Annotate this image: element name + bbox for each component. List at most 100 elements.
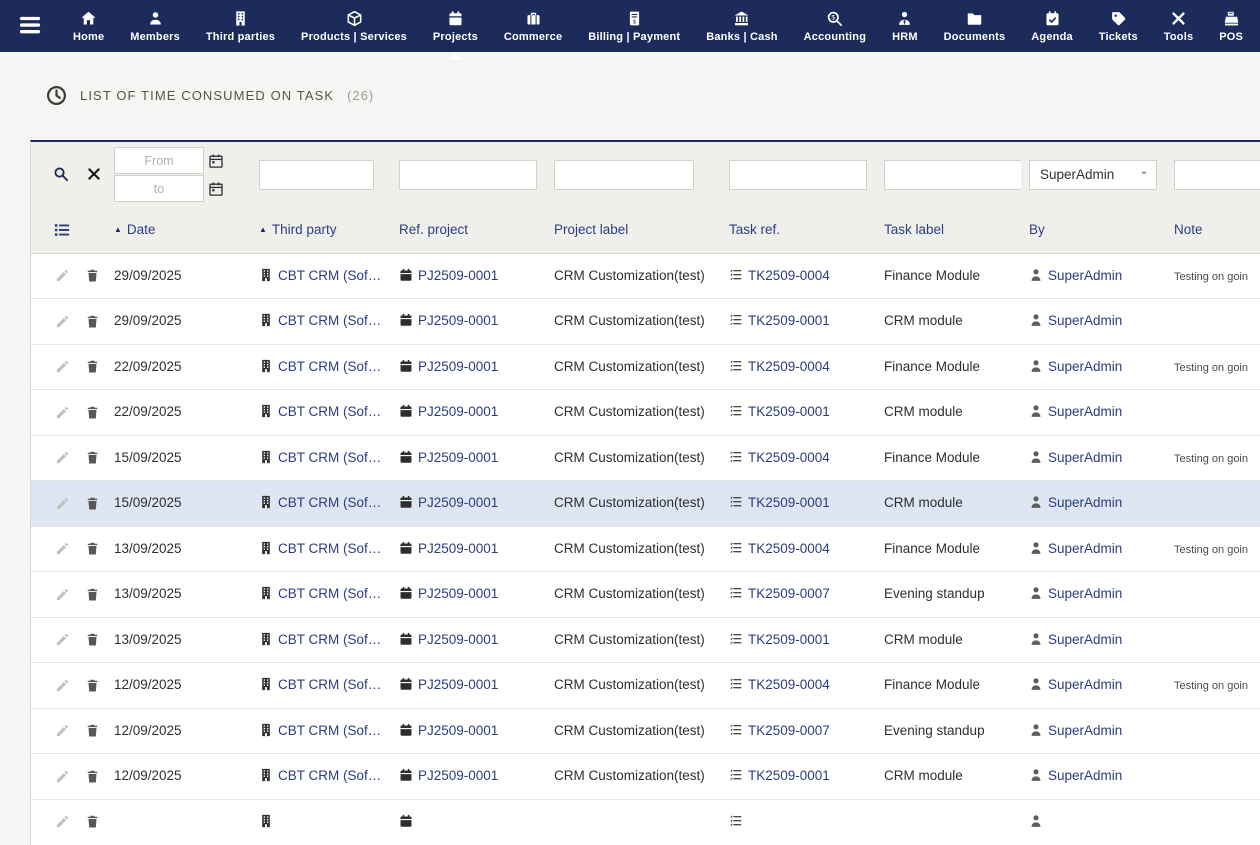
task-ref-cell: TK2509-0004: [721, 526, 876, 572]
delete-icon[interactable]: [85, 267, 100, 285]
nav-item-third-parties[interactable]: Third parties: [193, 0, 288, 52]
delete-icon[interactable]: [85, 312, 100, 330]
tools-icon: [1170, 10, 1187, 27]
third-party-icon: [259, 813, 273, 831]
delete-icon[interactable]: [85, 585, 100, 603]
ref-project-cell: PJ2509-0001: [391, 299, 546, 345]
edit-icon[interactable]: [55, 631, 70, 649]
nav-item-hrm[interactable]: HRM: [879, 0, 931, 52]
task-ref-cell: [721, 799, 876, 845]
edit-icon[interactable]: [55, 813, 70, 831]
delete-icon[interactable]: [85, 676, 100, 694]
date-cell: 29/09/2025: [106, 299, 251, 345]
user-icon: [1029, 767, 1043, 785]
delete-icon[interactable]: [85, 813, 100, 831]
nav-item-products-services[interactable]: Products | Services: [288, 0, 420, 52]
delete-icon[interactable]: [85, 449, 100, 467]
task-label-filter-input[interactable]: [884, 160, 1021, 190]
header-project-label[interactable]: Project label: [546, 207, 721, 253]
date-cell: 29/09/2025: [106, 253, 251, 299]
header-note[interactable]: Note: [1166, 207, 1260, 253]
table-row: 12/09/2025CBT CRM (Sof…PJ2509-0001CRM Cu…: [31, 663, 1260, 709]
project-label-cell: CRM Customization(test): [546, 481, 721, 527]
header-ref-project[interactable]: Ref. project: [391, 207, 546, 253]
task-label-cell: CRM module: [876, 754, 1021, 800]
nav-item-pos[interactable]: POS: [1206, 0, 1256, 52]
table-row: 29/09/2025CBT CRM (Sof…PJ2509-0001CRM Cu…: [31, 253, 1260, 299]
project-icon: [399, 767, 413, 785]
nav-item-members[interactable]: Members: [117, 0, 193, 52]
nav-item-billing-payment[interactable]: $Billing | Payment: [575, 0, 693, 52]
project-label-filter-input[interactable]: [554, 160, 694, 190]
table-row: 22/09/2025CBT CRM (Sof…PJ2509-0001CRM Cu…: [31, 344, 1260, 390]
delete-icon[interactable]: [85, 767, 100, 785]
delete-icon[interactable]: [85, 722, 100, 740]
nav-item-projects[interactable]: Projects: [420, 0, 491, 52]
edit-icon[interactable]: [55, 403, 70, 421]
ref-project-cell: PJ2509-0001: [391, 617, 546, 663]
nav-item-label: Billing | Payment: [588, 31, 680, 43]
column-selector-icon[interactable]: [39, 221, 71, 239]
header-by[interactable]: By: [1021, 207, 1166, 253]
delete-icon[interactable]: [85, 540, 100, 558]
date-filter: [114, 147, 251, 202]
project-icon: [399, 403, 413, 421]
by-filter-select[interactable]: SuperAdmin: [1029, 160, 1157, 190]
nav-item-accounting[interactable]: $Accounting: [791, 0, 879, 52]
third-party-cell: CBT CRM (Sof…: [251, 253, 391, 299]
edit-icon[interactable]: [55, 540, 70, 558]
nav-item-agenda[interactable]: Agenda: [1018, 0, 1085, 52]
delete-icon[interactable]: [85, 358, 100, 376]
task-label-cell: Evening standup: [876, 708, 1021, 754]
task-ref-filter-input[interactable]: [729, 160, 867, 190]
nav-item-documents[interactable]: Documents: [931, 0, 1019, 52]
task-icon: [729, 585, 743, 603]
ref-project-cell: PJ2509-0001: [391, 390, 546, 436]
delete-icon[interactable]: [85, 631, 100, 649]
user-icon: [1029, 494, 1043, 512]
edit-icon[interactable]: [55, 676, 70, 694]
task-icon: [729, 540, 743, 558]
header-task-label[interactable]: Task label: [876, 207, 1021, 253]
clear-filters-icon[interactable]: [86, 166, 102, 184]
nav-item-commerce[interactable]: Commerce: [491, 0, 575, 52]
date-from-input[interactable]: [114, 147, 204, 174]
edit-icon[interactable]: [55, 267, 70, 285]
by-cell: SuperAdmin: [1021, 526, 1166, 572]
edit-icon[interactable]: [55, 494, 70, 512]
nav-item-tools[interactable]: Tools: [1151, 0, 1206, 52]
third-party-icon: [259, 267, 273, 285]
row-actions: [31, 754, 106, 800]
nav-item-home[interactable]: Home: [60, 0, 117, 52]
third-party-cell: CBT CRM (Sof…: [251, 299, 391, 345]
third-party-filter-input[interactable]: [259, 160, 374, 190]
row-actions: [31, 708, 106, 754]
ref-project-filter-input[interactable]: [399, 160, 537, 190]
edit-icon[interactable]: [55, 449, 70, 467]
task-ref-cell: TK2509-0001: [721, 754, 876, 800]
nav-item-tickets[interactable]: Tickets: [1086, 0, 1151, 52]
edit-icon[interactable]: [55, 585, 70, 603]
note-filter-input[interactable]: [1174, 160, 1260, 190]
nav-item-label: Projects: [433, 31, 478, 43]
user-icon: [1029, 449, 1043, 467]
search-icon[interactable]: [53, 166, 69, 184]
task-ref-cell: TK2509-0001: [721, 390, 876, 436]
third-party-cell: CBT CRM (Sof…: [251, 390, 391, 436]
by-cell: [1021, 799, 1166, 845]
edit-icon[interactable]: [55, 312, 70, 330]
edit-icon[interactable]: [55, 722, 70, 740]
nav-item-banks-cash[interactable]: Banks | Cash: [693, 0, 790, 52]
delete-icon[interactable]: [85, 403, 100, 421]
calendar-picker-icon[interactable]: [208, 153, 224, 169]
header-third-party[interactable]: ▲Third party: [251, 207, 391, 253]
edit-icon[interactable]: [55, 767, 70, 785]
delete-icon[interactable]: [85, 494, 100, 512]
menu-icon[interactable]: [0, 0, 60, 52]
date-to-input[interactable]: [114, 175, 204, 202]
calendar-picker-icon[interactable]: [208, 181, 224, 197]
header-task-ref[interactable]: Task ref.: [721, 207, 876, 253]
row-actions: [31, 253, 106, 299]
edit-icon[interactable]: [55, 358, 70, 376]
header-date[interactable]: ▲Date: [106, 207, 251, 253]
